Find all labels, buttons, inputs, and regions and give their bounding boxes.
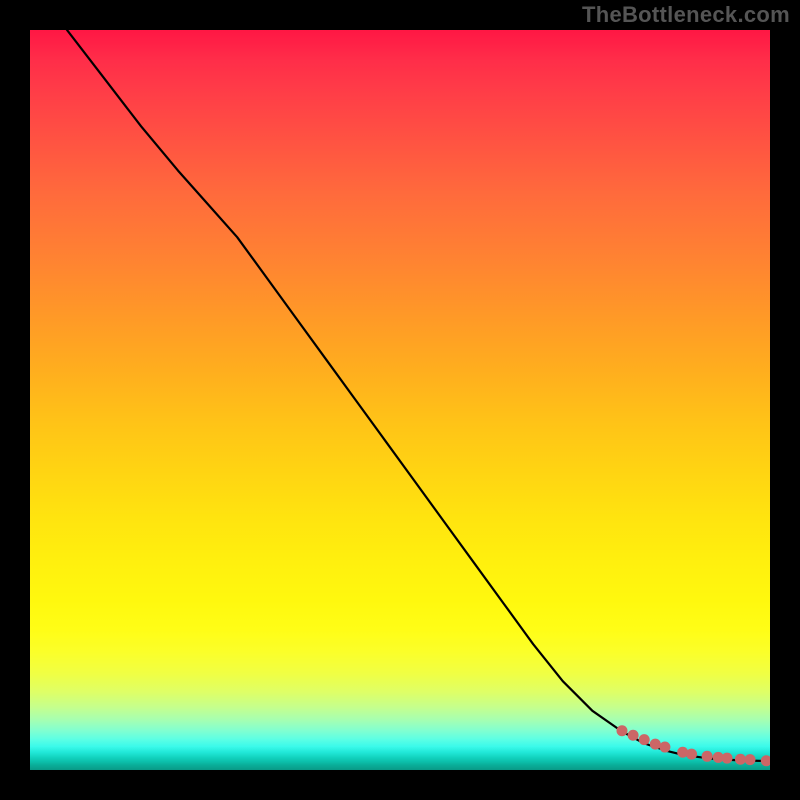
scatter-point <box>639 734 650 745</box>
scatter-point <box>702 751 713 762</box>
scatter-point <box>686 749 697 760</box>
plot-area <box>30 30 770 770</box>
scatter-point <box>745 754 756 765</box>
scatter-point <box>722 753 733 764</box>
curve-line <box>67 30 770 761</box>
scatter-point <box>650 739 661 750</box>
scatter-point <box>617 725 628 736</box>
scatter-points <box>617 725 771 766</box>
chart-overlay <box>30 30 770 770</box>
chart-container: TheBottleneck.com <box>0 0 800 800</box>
scatter-point <box>735 754 746 765</box>
scatter-point <box>761 755 770 766</box>
scatter-point <box>628 730 639 741</box>
watermark-text: TheBottleneck.com <box>582 2 790 28</box>
scatter-point <box>659 742 670 753</box>
